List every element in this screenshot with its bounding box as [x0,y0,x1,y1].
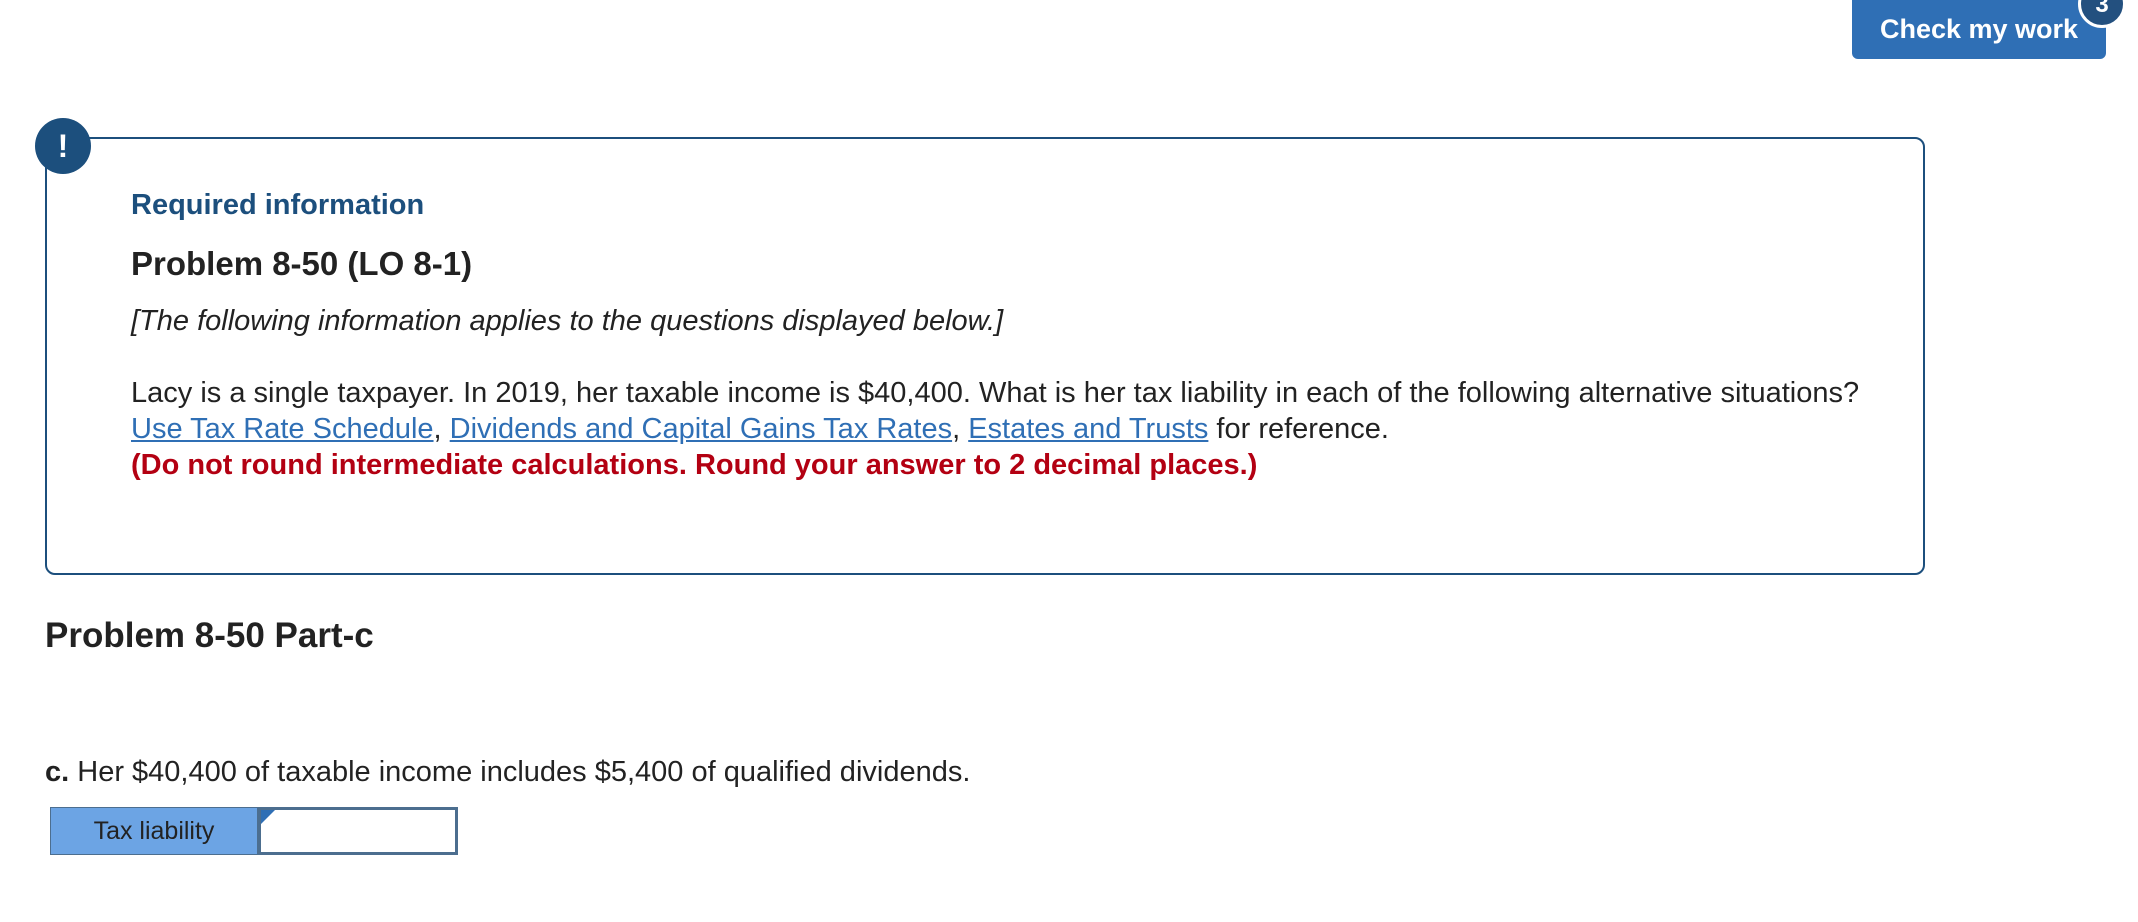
estates-trusts-link[interactable]: Estates and Trusts [968,413,1208,445]
check-my-work-label: Check my work [1879,14,2079,44]
dividends-capital-gains-link[interactable]: Dividends and Capital Gains Tax Rates [450,413,952,445]
info-note: [The following information applies to th… [131,305,1004,337]
triangle-marker-icon [261,810,275,824]
tax-liability-input[interactable] [258,807,458,855]
question-text: c. Her $40,400 of taxable income include… [45,756,970,789]
part-title: Problem 8-50 Part-c [45,616,374,655]
tax-liability-label: Tax liability [50,807,258,855]
question-letter: c. [45,756,70,788]
answer-row: Tax liability [50,807,458,855]
attempts-count: 3 [2095,0,2109,18]
rounding-instruction: (Do not round intermediate calculations.… [131,449,1258,481]
tax-rate-schedule-link[interactable]: Use Tax Rate Schedule [131,413,434,445]
link-separator: , [433,413,450,445]
exclamation-icon: ! [35,118,91,174]
required-info-heading: Required information [131,189,425,221]
link-separator: , [952,413,969,445]
question-body: Her $40,400 of taxable income includes $… [69,756,971,788]
tax-liability-input-wrap [258,807,458,855]
problem-title: Problem 8-50 (LO 8-1) [131,245,473,282]
info-paragraph-text: Lacy is a single taxpayer. In 2019, her … [131,377,1860,409]
info-paragraph: Lacy is a single taxpayer. In 2019, her … [131,375,1891,483]
check-my-work-button[interactable]: Check my work [1852,0,2106,59]
info-paragraph-suffix: for reference. [1208,413,1389,445]
